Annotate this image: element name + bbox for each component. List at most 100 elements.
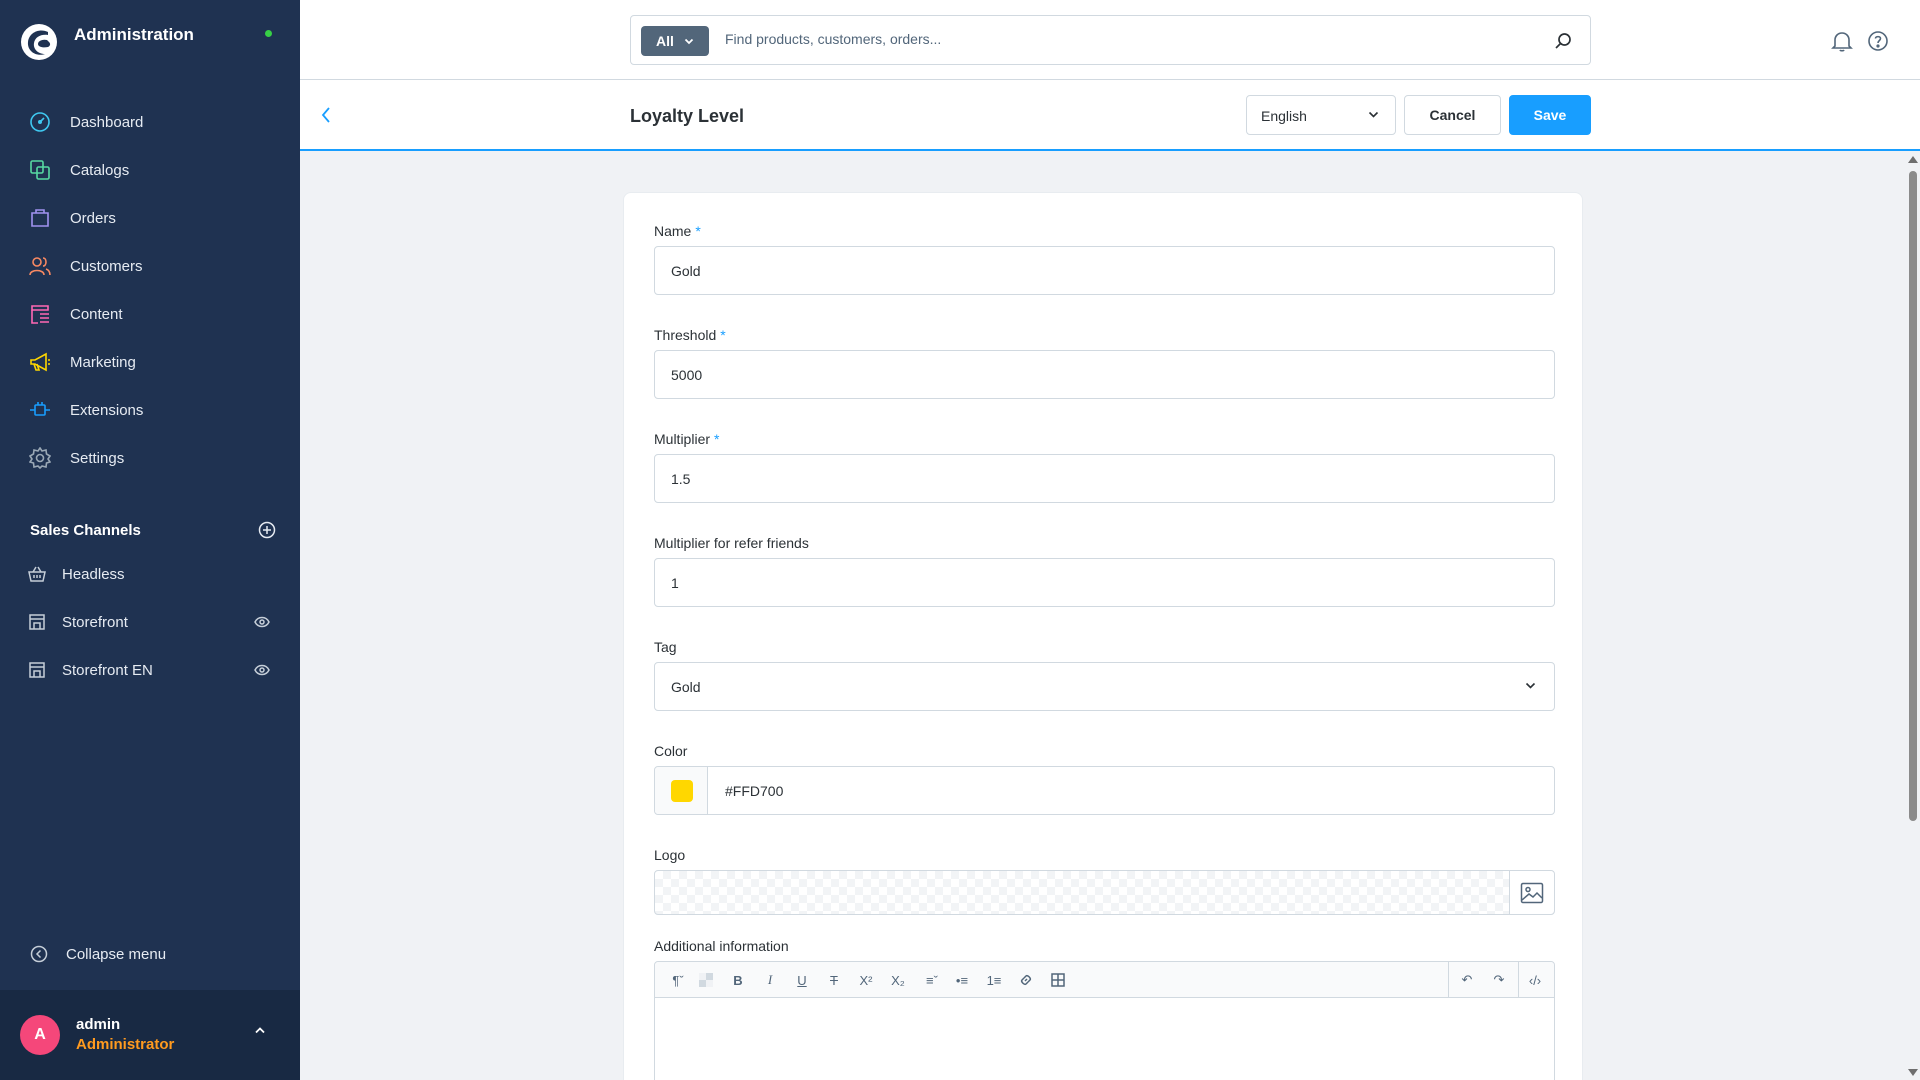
- shopware-logo-icon: [21, 24, 57, 60]
- chevron-down-icon: [1368, 111, 1379, 118]
- collapse-label: Collapse menu: [66, 945, 167, 963]
- orders-icon: [28, 206, 52, 230]
- storefront-icon: [29, 662, 45, 678]
- sales-channel-label: Storefront: [62, 613, 128, 631]
- superscript-icon[interactable]: X²: [857, 971, 875, 989]
- cancel-button[interactable]: Cancel: [1404, 95, 1501, 135]
- top-bar: All Find products, customers, orders...: [300, 0, 1920, 80]
- numbered-list-icon[interactable]: 1≡: [985, 971, 1003, 989]
- user-role: Administrator: [76, 1036, 175, 1053]
- add-sales-channel-icon[interactable]: [258, 521, 276, 539]
- name-label: Name *: [654, 223, 701, 239]
- nav-item-settings[interactable]: Settings: [0, 434, 300, 482]
- loyalty-level-card: Name * Gold Threshold * 5000 Multiplier * 1…: [623, 192, 1583, 1080]
- tag-label: Tag: [654, 639, 677, 655]
- redo-icon[interactable]: ↷: [1490, 971, 1508, 989]
- sales-channels-title: Sales Channels: [30, 521, 141, 539]
- nav-item-orders[interactable]: Orders: [0, 194, 300, 242]
- threshold-field[interactable]: 5000: [654, 350, 1555, 399]
- save-button[interactable]: Save: [1509, 95, 1591, 135]
- sales-channels-header: Sales Channels: [30, 518, 276, 542]
- refer-multiplier-field[interactable]: 1: [654, 558, 1555, 607]
- sales-channel-headless[interactable]: Headless: [0, 550, 300, 598]
- logo-label: Logo: [654, 847, 686, 863]
- editor-toolbar: ¶ˇ B I U T X² X₂ ≡ˇ •≡ 1≡ ↶ ↷ ‹/›: [655, 962, 1554, 998]
- color-swatch: [671, 780, 693, 802]
- brand[interactable]: Administration: [20, 20, 194, 64]
- main-nav: Dashboard Catalogs Orders Customers Cont…: [0, 98, 300, 482]
- chevron-down-icon: [1525, 682, 1536, 689]
- language-select[interactable]: English: [1246, 95, 1396, 135]
- logo-upload-field[interactable]: [654, 870, 1555, 915]
- scroll-down-arrow[interactable]: [1908, 1069, 1918, 1076]
- nav-label: Orders: [70, 209, 116, 227]
- sidebar: Administration Dashboard Catalogs Orders: [0, 0, 300, 1080]
- nav-item-dashboard[interactable]: Dashboard: [0, 98, 300, 146]
- global-search[interactable]: All Find products, customers, orders...: [630, 15, 1591, 65]
- dashboard-icon: [28, 110, 52, 134]
- italic-icon[interactable]: I: [761, 971, 779, 989]
- nav-label: Extensions: [70, 401, 144, 419]
- bold-icon[interactable]: B: [729, 971, 747, 989]
- refer-multiplier-label: Multiplier for refer friends: [654, 535, 809, 551]
- search-scope-select[interactable]: All: [641, 26, 709, 56]
- multiplier-field[interactable]: 1.5: [654, 454, 1555, 503]
- bell-icon[interactable]: [1831, 30, 1853, 52]
- clear-format-icon[interactable]: [697, 971, 715, 989]
- scroll-thumb[interactable]: [1909, 171, 1917, 821]
- multiplier-label: Multiplier *: [654, 431, 720, 447]
- scroll-up-arrow[interactable]: [1908, 156, 1918, 163]
- nav-item-content[interactable]: Content: [0, 290, 300, 338]
- collapse-menu[interactable]: Collapse menu: [30, 945, 166, 963]
- search-icon[interactable]: [1554, 32, 1572, 50]
- sales-channel-storefront-en[interactable]: Storefront EN: [0, 646, 300, 694]
- tag-select[interactable]: Gold: [654, 662, 1555, 711]
- customers-icon: [28, 254, 52, 278]
- color-label: Color: [654, 743, 688, 759]
- bullet-list-icon[interactable]: •≡: [953, 971, 971, 989]
- status-dot: [265, 30, 272, 37]
- eye-icon[interactable]: [254, 615, 270, 629]
- nav-label: Customers: [70, 257, 143, 275]
- back-chevron-icon[interactable]: [320, 106, 332, 124]
- chevron-up-icon[interactable]: [254, 1026, 266, 1034]
- name-field[interactable]: Gold: [654, 246, 1555, 295]
- underline-icon[interactable]: U: [793, 971, 811, 989]
- table-icon[interactable]: [1049, 971, 1067, 989]
- strikethrough-icon[interactable]: T: [825, 971, 843, 989]
- code-view-icon[interactable]: ‹/›: [1525, 971, 1545, 989]
- eye-icon[interactable]: [254, 663, 270, 677]
- name-value: Gold: [671, 263, 701, 279]
- image-icon: [1520, 882, 1544, 903]
- align-icon[interactable]: ≡ˇ: [919, 971, 945, 989]
- additional-info-label: Additional information: [654, 938, 789, 954]
- nav-item-catalogs[interactable]: Catalogs: [0, 146, 300, 194]
- search-input[interactable]: Find products, customers, orders...: [725, 31, 941, 47]
- marketing-icon: [28, 350, 52, 374]
- nav-item-marketing[interactable]: Marketing: [0, 338, 300, 386]
- nav-label: Content: [70, 305, 123, 323]
- color-field[interactable]: #FFD700: [654, 766, 1555, 815]
- color-swatch-button[interactable]: [655, 767, 708, 814]
- nav-item-extensions[interactable]: Extensions: [0, 386, 300, 434]
- undo-icon[interactable]: ↶: [1458, 971, 1476, 989]
- user-menu[interactable]: A admin Administrator: [0, 990, 300, 1080]
- toolbar-divider: [1448, 962, 1449, 998]
- search-scope-label: All: [656, 33, 674, 49]
- page-scrollbar[interactable]: [1904, 153, 1920, 1080]
- settings-icon: [28, 446, 52, 470]
- collapse-icon: [30, 945, 48, 963]
- help-icon[interactable]: [1867, 30, 1889, 52]
- threshold-label: Threshold *: [654, 327, 726, 343]
- paragraph-format-icon[interactable]: ¶ˇ: [665, 971, 691, 989]
- nav-item-customers[interactable]: Customers: [0, 242, 300, 290]
- link-icon[interactable]: [1017, 971, 1035, 989]
- page-title: Loyalty Level: [630, 106, 745, 126]
- catalogs-icon: [28, 158, 52, 182]
- subscript-icon[interactable]: X₂: [889, 971, 907, 989]
- additional-info-editor[interactable]: ¶ˇ B I U T X² X₂ ≡ˇ •≡ 1≡ ↶ ↷ ‹/›: [654, 961, 1555, 1080]
- media-picker-button[interactable]: [1509, 871, 1554, 914]
- user-name: admin: [76, 1016, 121, 1033]
- sales-channel-storefront[interactable]: Storefront: [0, 598, 300, 646]
- multiplier-value: 1.5: [671, 471, 691, 487]
